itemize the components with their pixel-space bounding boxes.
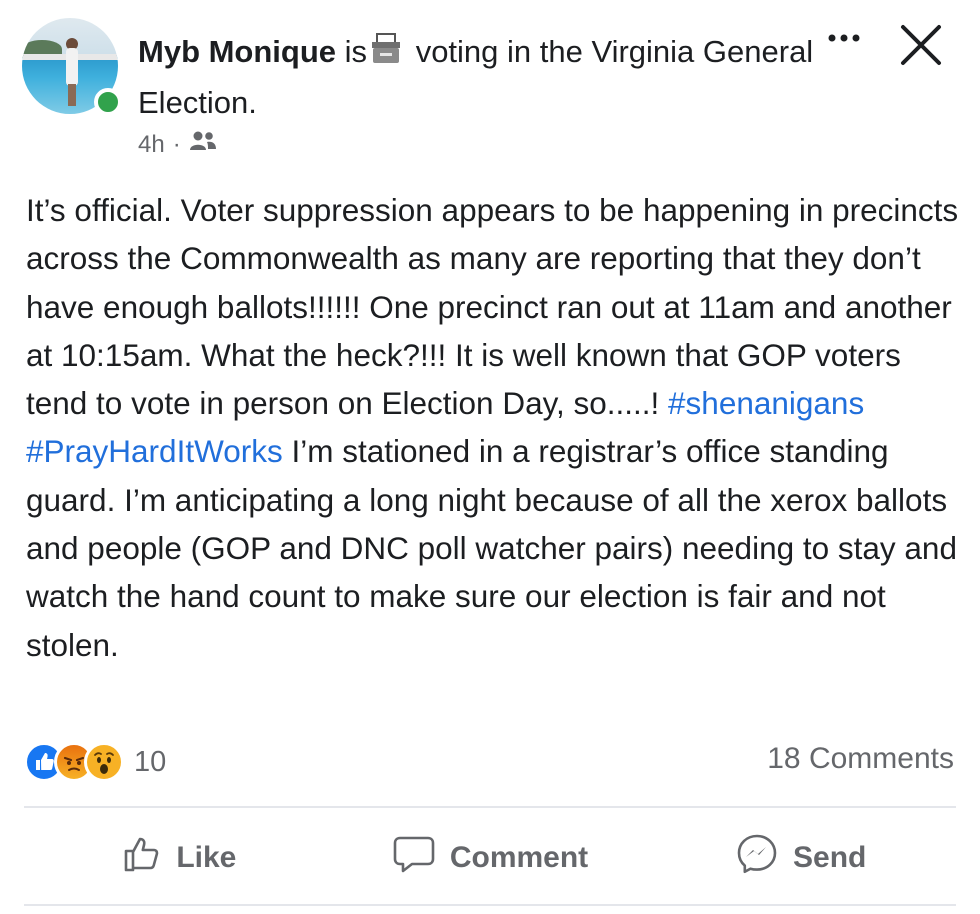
comments-count-link[interactable]: 18 Comments bbox=[767, 742, 954, 776]
meta-separator: · bbox=[172, 130, 181, 158]
post-card: Myb Monique is voting in the Virginia Ge… bbox=[0, 0, 980, 914]
author-name[interactable]: Myb Monique bbox=[138, 34, 336, 69]
send-label: Send bbox=[793, 841, 867, 874]
online-status-dot bbox=[94, 88, 122, 116]
friends-icon[interactable] bbox=[189, 130, 217, 159]
hashtag-prayharditworks[interactable]: #PrayHardItWorks bbox=[26, 433, 283, 469]
activity-prefix: is bbox=[344, 34, 368, 69]
more-options-icon[interactable] bbox=[826, 26, 862, 50]
like-button[interactable]: Like bbox=[24, 822, 335, 894]
send-button[interactable]: Send bbox=[645, 822, 956, 894]
messenger-icon bbox=[735, 832, 779, 884]
actions-divider-bottom bbox=[24, 904, 956, 906]
close-icon[interactable] bbox=[896, 20, 946, 70]
comment-label: Comment bbox=[449, 841, 589, 874]
reaction-summary[interactable]: 10 bbox=[24, 738, 166, 786]
ballot-box-icon bbox=[369, 31, 403, 79]
wow-reaction-icon bbox=[84, 742, 124, 782]
comment-button[interactable]: Comment bbox=[335, 822, 646, 894]
post-body: It’s official. Voter suppression appears… bbox=[26, 186, 961, 669]
author-avatar[interactable] bbox=[22, 18, 122, 116]
comment-bubble-icon bbox=[392, 834, 436, 882]
like-label: Like bbox=[176, 841, 237, 874]
post-actions-bar: Like Comment Send bbox=[24, 822, 956, 894]
hashtag-shenanigans[interactable]: #shenanigans bbox=[668, 385, 864, 421]
post-time[interactable]: 4h bbox=[138, 131, 165, 159]
actions-divider-top bbox=[24, 806, 956, 808]
thumbs-up-icon bbox=[122, 834, 162, 882]
post-meta: 4h · bbox=[138, 130, 217, 159]
reaction-count: 10 bbox=[134, 745, 167, 778]
post-header: Myb Monique is voting in the Virginia Ge… bbox=[138, 28, 818, 127]
